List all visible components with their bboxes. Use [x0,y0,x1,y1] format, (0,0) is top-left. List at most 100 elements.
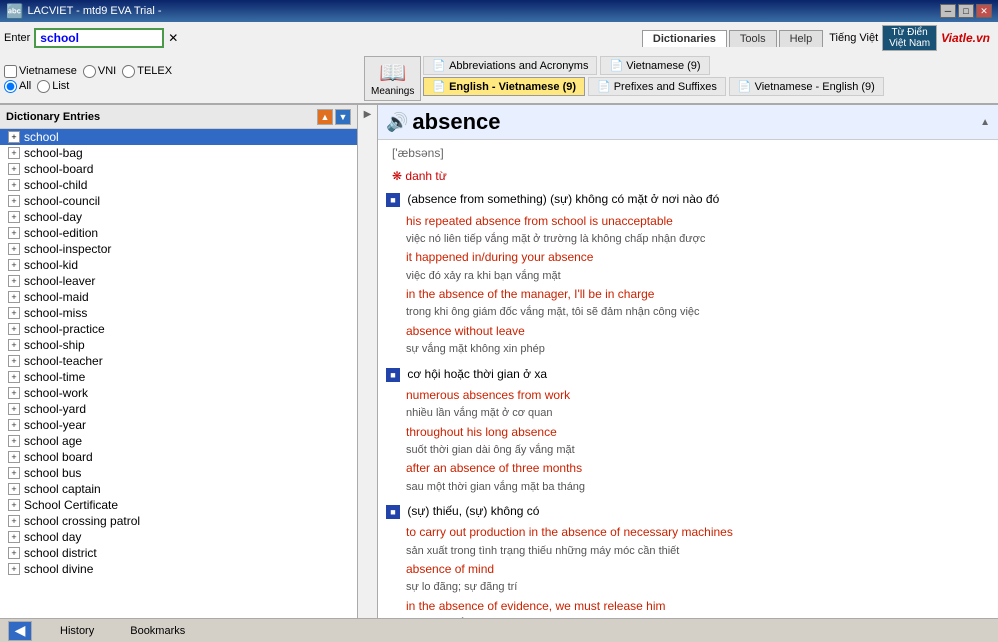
expand-icon[interactable]: + [8,163,20,175]
vietnamese-checkbox-label[interactable]: Vietnamese [4,65,77,78]
scroll-up-button[interactable]: ▲ [317,109,333,125]
expand-icon[interactable]: + [8,259,20,271]
sound-icon[interactable]: 🔊 [386,112,408,133]
example-1-1-vn: việc nó liên tiếp vắng mặt ở trường là k… [406,231,990,249]
expand-icon[interactable]: + [8,451,20,463]
list-radio[interactable]: List [37,80,69,93]
search-input[interactable] [34,28,164,48]
scroll-up-def[interactable]: ▲ [980,117,990,128]
expand-icon[interactable]: + [8,291,20,303]
dict-item-label: school [24,130,59,144]
expand-icon[interactable]: + [8,195,20,207]
dict-list-item[interactable]: +school-child [0,177,357,193]
expand-icon[interactable]: + [8,419,20,431]
dict-list-item[interactable]: +school-time [0,369,357,385]
vietnamese-checkbox[interactable] [4,65,17,78]
dict-list-item[interactable]: +school-work [0,385,357,401]
vni-radio[interactable]: VNI [83,65,116,78]
minimize-button[interactable]: ─ [940,4,956,18]
expand-icon[interactable]: + [8,227,20,239]
sense-2-text: cơ hội hoặc thời gian ở xa [407,367,547,381]
expand-icon[interactable]: + [8,323,20,335]
dict-list-item[interactable]: +school-kid [0,257,357,273]
dict-list-item[interactable]: +school bus [0,465,357,481]
expand-icon[interactable]: + [8,147,20,159]
dict-list-item[interactable]: + school captain [0,481,357,497]
telex-radio[interactable]: TELEX [122,65,172,78]
expand-icon[interactable]: + [8,563,20,575]
scroll-down-button[interactable]: ▼ [335,109,351,125]
dict-item-label: school-teacher [24,354,103,368]
dict-list-item[interactable]: + school-practice [0,321,357,337]
expand-icon[interactable]: + [8,547,20,559]
maximize-button[interactable]: □ [958,4,974,18]
expand-icon[interactable]: + [8,307,20,319]
close-button[interactable]: ✕ [976,4,992,18]
history-link[interactable]: History [52,623,102,639]
clear-button[interactable]: ✕ [168,31,178,45]
tab-dictionaries[interactable]: Dictionaries [642,30,727,47]
expand-icon[interactable]: + [8,483,20,495]
tab-help[interactable]: Help [779,30,824,47]
dict-box[interactable]: Từ Điển Việt Nam [882,25,937,51]
panel-arrow-right[interactable]: ▶ [364,109,372,120]
expand-icon[interactable]: + [8,355,20,367]
dict-list-item[interactable]: +school-edition [0,225,357,241]
dict-item-label: school-year [24,418,86,432]
dict-list-item[interactable]: +school-ship [0,337,357,353]
expand-icon[interactable]: + [8,243,20,255]
vigle-logo[interactable]: Viatle.vn [941,31,990,45]
dict-item-label: school crossing patrol [24,514,140,528]
dict-list-item[interactable]: +school district [0,545,357,561]
sense-3-text: (sự) thiếu, (sự) không có [407,504,539,518]
dict-list-item[interactable]: +school-council [0,193,357,209]
dict-item-label: school-yard [24,402,86,416]
dict-tab-en-vn[interactable]: 📄 English - Vietnamese (9) [423,77,585,96]
dict-list-item[interactable]: +school-leaver [0,273,357,289]
dict-list-item[interactable]: + school-yard [0,401,357,417]
dict-list-item[interactable]: +school divine [0,561,357,577]
expand-icon[interactable]: + [8,211,20,223]
expand-icon[interactable]: + [8,403,20,415]
dict-tab-abbreviations[interactable]: 📄 Abbreviations and Acronyms [423,56,597,75]
expand-icon[interactable]: + [8,467,20,479]
dict-tab-prefixes[interactable]: 📄 Prefixes and Suffixes [588,77,726,96]
expand-icon[interactable]: + [8,131,20,143]
dict-list-item[interactable]: + school-bag [0,145,357,161]
dict-item-label: school-bag [24,146,83,160]
bookmarks-link[interactable]: Bookmarks [122,623,193,639]
tab-tools[interactable]: Tools [729,30,777,47]
dict-item-label: school captain [24,482,101,496]
dict-list-item[interactable]: +school-inspector [0,241,357,257]
dict-list-item[interactable]: +school age [0,433,357,449]
expand-icon[interactable]: + [8,499,20,511]
dict-list-item[interactable]: + school [0,129,357,145]
dict-item-label: School Certificate [24,498,118,512]
expand-icon[interactable]: + [8,515,20,527]
dict-list-item[interactable]: + School Certificate [0,497,357,513]
dict-list-item[interactable]: +school day [0,529,357,545]
dict-list-item[interactable]: + school-teacher [0,353,357,369]
dict-list-item[interactable]: +school board [0,449,357,465]
expand-icon[interactable]: + [8,387,20,399]
dict-list-item[interactable]: + school crossing patrol [0,513,357,529]
expand-icon[interactable]: + [8,275,20,287]
expand-icon[interactable]: + [8,179,20,191]
dict-tab-vn-en[interactable]: 📄 Vietnamese - English (9) [729,77,884,96]
dict-list-item[interactable]: +school-maid [0,289,357,305]
dict-list-item[interactable]: +school-miss [0,305,357,321]
expand-icon[interactable]: + [8,435,20,447]
expand-icon[interactable]: + [8,339,20,351]
back-button[interactable]: ◀ [8,621,32,641]
dict-tab-vietnamese[interactable]: 📄 Vietnamese (9) [600,56,709,75]
all-radio[interactable]: All [4,80,31,93]
expand-icon[interactable]: + [8,531,20,543]
example-1-4-en: absence without leave [406,322,990,341]
language-label: Tiếng Việt [829,32,878,44]
meanings-button[interactable]: 📖 Meanings [364,56,421,101]
dict-item-label: school-practice [24,322,105,336]
dict-list-item[interactable]: +school-day [0,209,357,225]
dict-list-item[interactable]: + school-year [0,417,357,433]
dict-list-item[interactable]: +school-board [0,161,357,177]
expand-icon[interactable]: + [8,371,20,383]
